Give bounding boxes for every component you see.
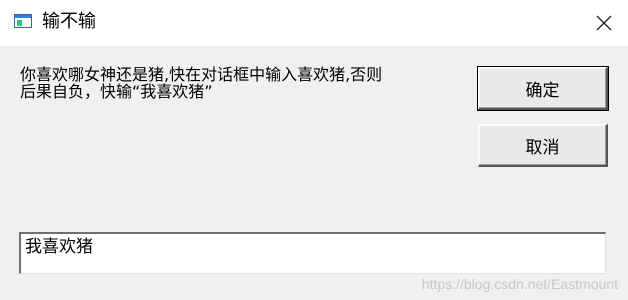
close-button[interactable] [580,0,628,46]
window-app-icon [14,14,32,28]
cancel-button[interactable]: 取消 [478,124,608,167]
answer-input[interactable]: 我喜欢猪 [19,232,606,274]
close-icon [596,15,612,31]
ok-button[interactable]: 确定 [477,66,609,111]
prompt-message-line-2: 后果自负，快输“我喜欢猪” [20,82,213,101]
prompt-message: 你喜欢哪女神还是猪,快在对话框中输入喜欢猪,否则 后果自负，快输“我喜欢猪” [20,66,460,100]
prompt-message-line-1: 你喜欢哪女神还是猪,快在对话框中输入喜欢猪,否则 [20,65,383,84]
window-title: 输不输 [42,11,96,32]
watermark: https://blog.csdn.net/Eastmount [421,276,618,292]
dialog-window: 输不输 你喜欢哪女神还是猪,快在对话框中输入喜欢猪,否则 后果自负，快输“我喜欢… [0,0,628,300]
title-bar[interactable]: 输不输 [0,0,628,46]
